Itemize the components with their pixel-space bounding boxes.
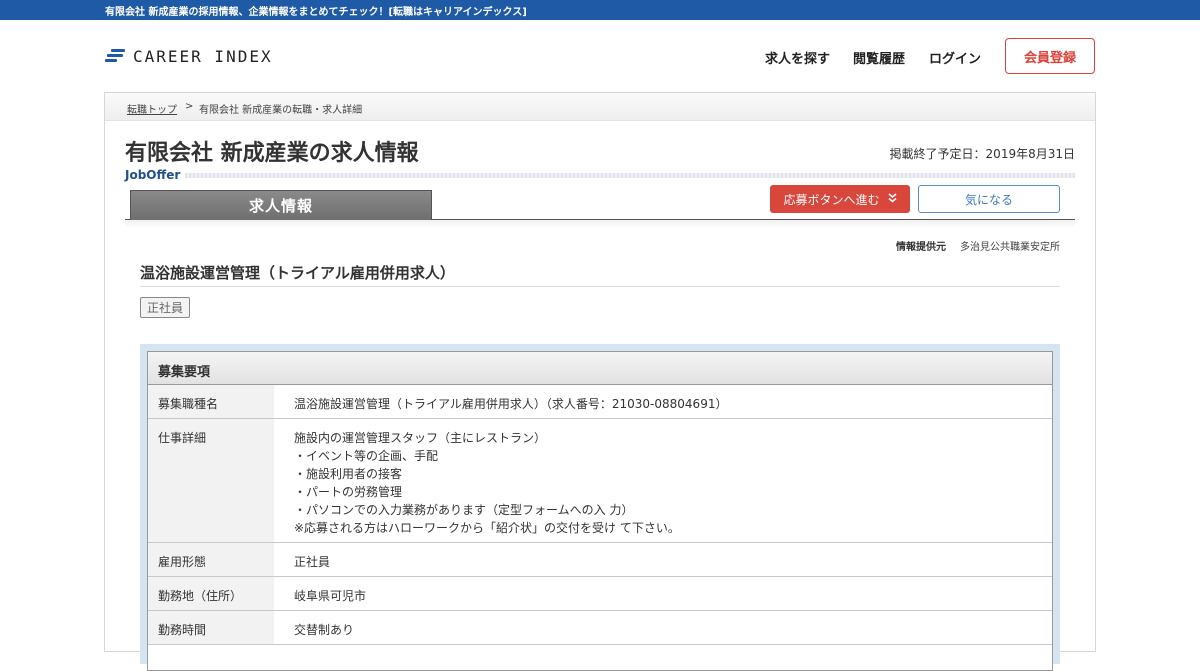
requirements-heading-text: 募集要項 bbox=[158, 365, 211, 380]
table-row: 雇用形態 正社員 bbox=[148, 543, 1052, 577]
nav-job-search[interactable]: 求人を探す bbox=[765, 48, 830, 67]
detail-line: 施設内の運営管理スタッフ（主にレストラン） bbox=[294, 431, 547, 445]
nav-history[interactable]: 閲覧履歴 bbox=[853, 48, 905, 67]
favorite-button[interactable]: 気になる bbox=[918, 185, 1060, 213]
row-label-cell: 勤務地（住所） bbox=[148, 577, 274, 610]
logo-text: CAREER INDEX bbox=[133, 46, 273, 66]
detail-line: ・施設利用者の接客 bbox=[294, 467, 403, 481]
top-announcement-text: 有限会社 新成産業の採用情報、企業情報をまとめてチェック！[転職はキャリアインデ… bbox=[105, 7, 527, 18]
job-detail-panel: 転職トップ > 有限会社 新成産業の転職・求人詳細 有限会社 新成産業の求人情報… bbox=[104, 92, 1096, 671]
row-label-cell: 勤務時間 bbox=[148, 611, 274, 644]
requirements-table: 募集要項 募集職種名 温浴施設運営管理（トライアル雇用併用求人）（求人番号：21… bbox=[147, 351, 1053, 671]
double-chevron-down-icon bbox=[887, 192, 897, 206]
row-label-cell: 雇用形態 bbox=[148, 543, 274, 576]
site-header: CAREER INDEX 求人を探す 閲覧履歴 ログイン 会員登録 bbox=[0, 20, 1200, 92]
breadcrumb-current: 有限会社 新成産業の転職・求人詳細 bbox=[199, 105, 363, 116]
table-row: 募集職種名 温浴施設運営管理（トライアル雇用併用求人）（求人番号：21030-0… bbox=[148, 385, 1052, 419]
row-value: 正社員 bbox=[294, 555, 331, 569]
detail-line: ・イベント等の企画、手配 bbox=[294, 449, 439, 463]
row-value: 温浴施設運営管理（トライアル雇用併用求人）（求人番号：21030-0880469… bbox=[294, 397, 728, 411]
top-announcement-bar: 有限会社 新成産業の採用情報、企業情報をまとめてチェック！[転職はキャリアインデ… bbox=[0, 0, 1200, 20]
job-title-divider bbox=[140, 286, 1060, 287]
row-label: 仕事詳細 bbox=[158, 431, 207, 445]
breadcrumb-home-link[interactable]: 転職トップ bbox=[127, 101, 177, 116]
requirements-box: 募集要項 募集職種名 温浴施設運営管理（トライアル雇用併用求人）（求人番号：21… bbox=[140, 344, 1060, 671]
detail-line: ・パートの労務管理 bbox=[294, 485, 403, 499]
row-label: 雇用形態 bbox=[158, 555, 207, 569]
nav-login[interactable]: ログイン bbox=[929, 48, 981, 67]
table-row: 勤務地（住所） 岐阜県可児市 bbox=[148, 577, 1052, 611]
row-label: 募集職種名 bbox=[158, 397, 219, 411]
row-label-cell: 募集職種名 bbox=[148, 385, 274, 418]
row-value: 岐阜県可児市 bbox=[294, 589, 367, 603]
row-value: 交替制あり bbox=[294, 623, 355, 637]
joboffer-label: JobOffer bbox=[125, 168, 181, 182]
tab-shadow bbox=[125, 220, 1075, 228]
go-to-apply-button[interactable]: 応募ボタンへ進む bbox=[770, 185, 910, 213]
row-value-multiline: 施設内の運営管理スタッフ（主にレストラン） ・イベント等の企画、手配 ・施設利用… bbox=[294, 429, 680, 537]
listing-end-date: 掲載終了予定日：2019年8月31日 bbox=[889, 147, 1075, 161]
requirements-heading: 募集要項 bbox=[148, 352, 1052, 385]
source-value: 多治見公共職業安定所 bbox=[960, 242, 1060, 253]
table-row: 仕事詳細 施設内の運営管理スタッフ（主にレストラン） ・イベント等の企画、手配 … bbox=[148, 419, 1052, 543]
detail-line: ※応募される方はハローワークから「紹介状」の交付を受け て下さい。 bbox=[294, 521, 680, 535]
register-button[interactable]: 会員登録 bbox=[1005, 38, 1095, 74]
job-title: 温浴施設運営管理（トライアル雇用併用求人） bbox=[140, 264, 455, 282]
table-row: 勤務時間 交替制あり bbox=[148, 611, 1052, 645]
row-label-cell: 仕事詳細 bbox=[148, 419, 274, 542]
detail-line: ・パソコンでの入力業務があります（定型フォームへの入 力） bbox=[294, 503, 634, 517]
breadcrumb-separator: > bbox=[185, 101, 194, 112]
source-label: 情報提供元 bbox=[896, 242, 946, 253]
joboffer-divider bbox=[185, 173, 1075, 178]
row-label: 勤務地（住所） bbox=[158, 589, 243, 603]
page-title: 有限会社 新成産業の求人情報 bbox=[125, 141, 419, 166]
site-logo[interactable]: CAREER INDEX bbox=[105, 46, 273, 66]
employment-type-badge: 正社員 bbox=[140, 297, 190, 318]
breadcrumb: 転職トップ > 有限会社 新成産業の転職・求人詳細 bbox=[105, 93, 1095, 121]
logo-lines-icon bbox=[105, 48, 125, 64]
tab-job-info[interactable]: 求人情報 bbox=[130, 190, 432, 220]
apply-button-label: 応募ボタンへ進む bbox=[783, 192, 880, 207]
